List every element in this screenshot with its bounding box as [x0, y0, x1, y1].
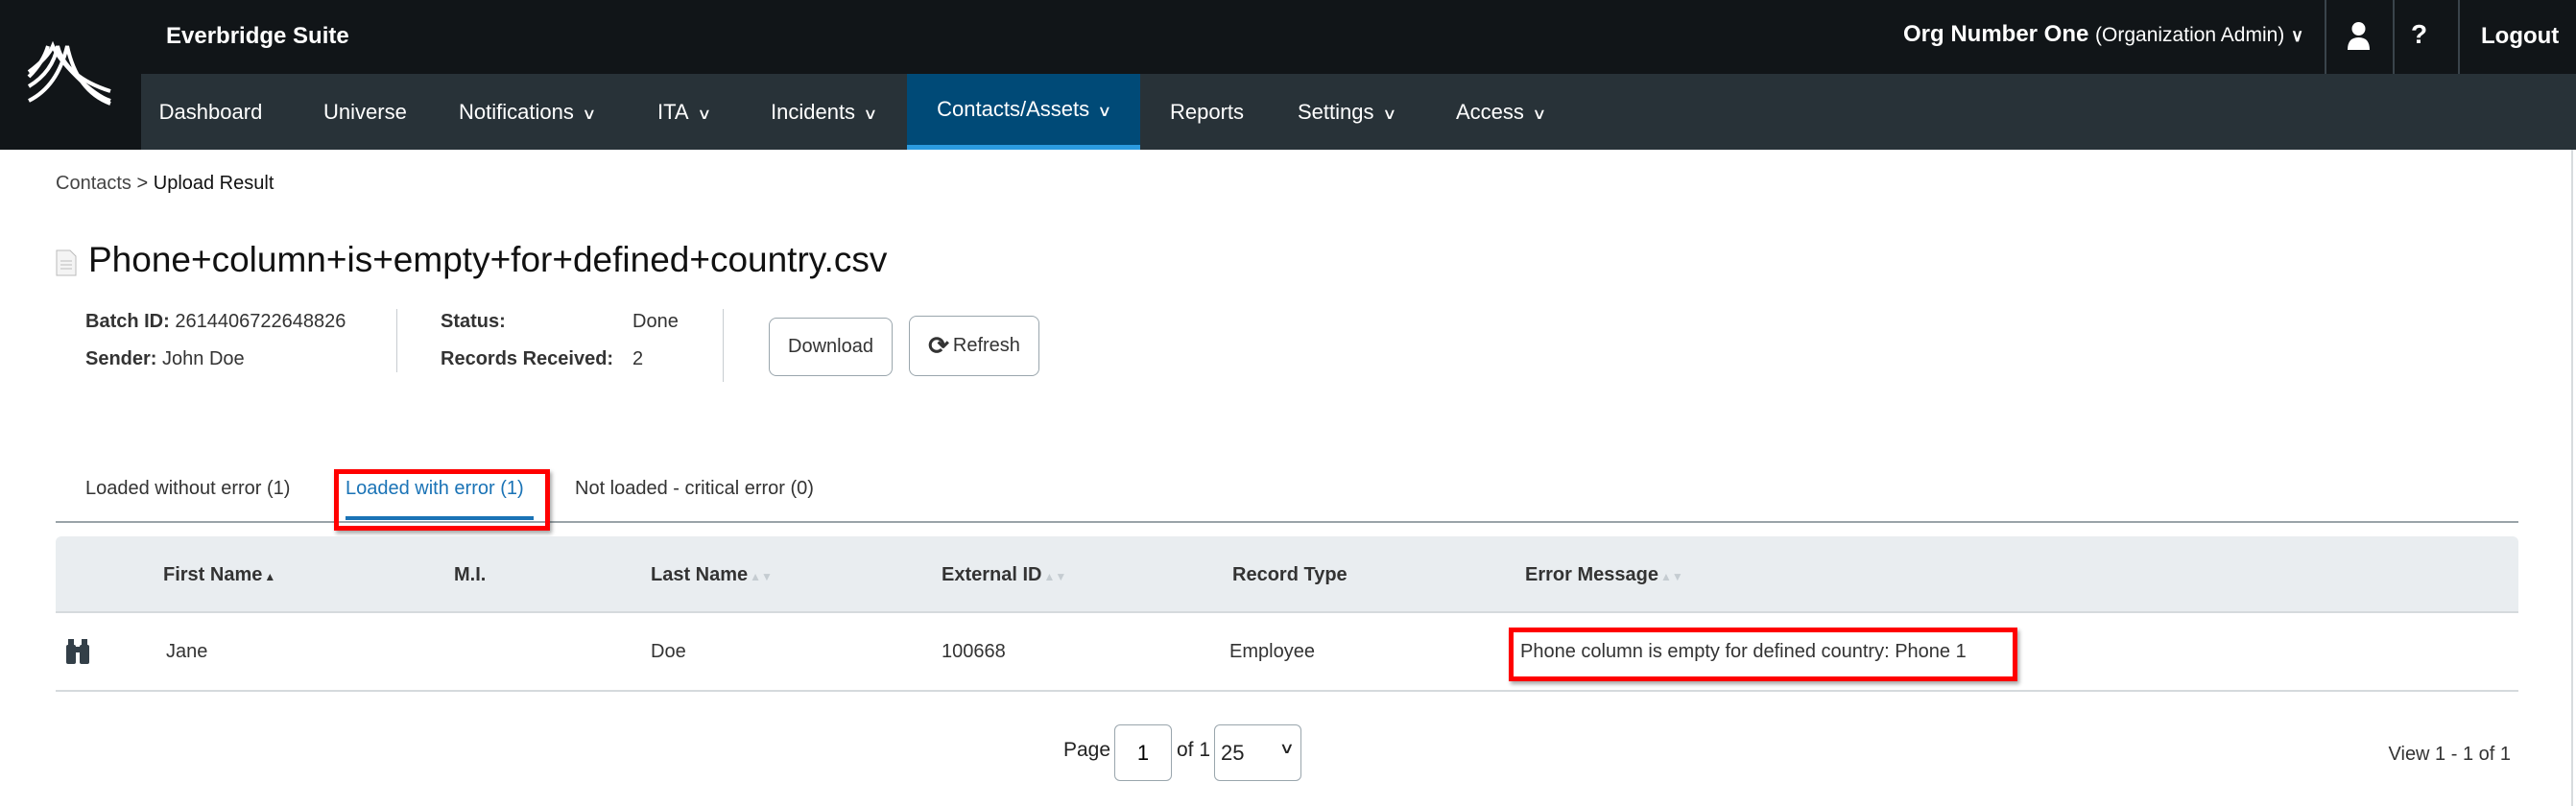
help-icon[interactable]: ?	[2411, 19, 2427, 50]
nav-label: Access	[1456, 100, 1524, 124]
sender-label: Sender:	[85, 348, 157, 369]
nav-notifications[interactable]: Notifications ∨	[459, 74, 597, 150]
page-input[interactable]	[1114, 724, 1172, 781]
tab-loaded-without-error[interactable]: Loaded without error (1)	[85, 478, 290, 500]
divider	[2325, 0, 2326, 74]
column-first-name[interactable]: First Name ▲	[163, 564, 275, 586]
nav-label: Settings	[1298, 100, 1374, 124]
nav-ita[interactable]: ITA ∨	[657, 74, 712, 150]
status-value: Done	[632, 311, 679, 332]
column-error-message[interactable]: Error Message ▲▼	[1525, 564, 1683, 586]
nav-access[interactable]: Access ∨	[1456, 74, 1547, 150]
nav-label: ITA	[657, 100, 689, 124]
cell-external-id: 100668	[942, 641, 1006, 662]
nav-label: Contacts/Assets	[937, 97, 1090, 121]
batch-id: Batch ID: 2614406722648826	[85, 311, 346, 333]
page-count: of 1	[1177, 739, 1211, 761]
chevron-down-icon: ∨	[1532, 107, 1547, 123]
chevron-down-icon: ∨	[1381, 107, 1396, 123]
status-label: Status:	[441, 311, 506, 332]
sort-asc-icon: ▲	[264, 570, 276, 583]
org-selector[interactable]: Org Number One (Organization Admin) ∨	[1903, 21, 2303, 48]
chevron-down-icon: ∨	[2290, 26, 2304, 45]
batch-id-label: Batch ID:	[85, 311, 170, 332]
column-external-id[interactable]: External ID ▲▼	[942, 564, 1066, 586]
highlight-box	[1509, 628, 2017, 681]
nav-label: Reports	[1170, 100, 1245, 124]
refresh-icon: ⟳	[928, 331, 949, 360]
divider	[2393, 0, 2395, 74]
sort-icon: ▲▼	[750, 570, 773, 583]
nav-reports[interactable]: Reports	[1170, 74, 1244, 150]
view-count: View 1 - 1 of 1	[2388, 744, 2511, 765]
highlight-box	[334, 469, 550, 531]
header-label: First Name	[163, 564, 263, 585]
nav-contacts-assets[interactable]: Contacts/Assets ∨	[907, 74, 1140, 150]
sort-icon: ▲▼	[1043, 570, 1067, 583]
everbridge-logo[interactable]	[0, 0, 141, 150]
nav-label: Incidents	[771, 100, 856, 124]
column-record-type: Record Type	[1232, 564, 1348, 585]
download-label: Download	[788, 336, 873, 357]
header-label: External ID	[942, 564, 1042, 585]
org-name: Org Number One	[1903, 21, 2089, 47]
logout-button[interactable]: Logout	[2481, 23, 2559, 50]
breadcrumb-current: Upload Result	[153, 173, 274, 194]
records-label: Records Received:	[441, 348, 614, 369]
records-value: 2	[632, 348, 644, 369]
page-size-select[interactable]: 25 ∨	[1214, 724, 1301, 781]
cell-first-name: Jane	[166, 641, 208, 662]
column-last-name[interactable]: Last Name ▲▼	[651, 564, 773, 586]
breadcrumb: Contacts > Upload Result	[56, 173, 274, 195]
cell-record-type: Employee	[1229, 641, 1315, 662]
chevron-down-icon: ∨	[1278, 741, 1296, 757]
header-label: Last Name	[651, 564, 749, 585]
sort-icon: ▲▼	[1659, 570, 1683, 583]
column-mi: M.I.	[454, 564, 487, 585]
divider	[723, 309, 724, 382]
app-title: Everbridge Suite	[166, 23, 349, 49]
nav-incidents[interactable]: Incidents ∨	[771, 74, 878, 150]
user-icon[interactable]	[2342, 19, 2375, 54]
tab-not-loaded[interactable]: Not loaded - critical error (0)	[575, 478, 814, 500]
chevron-down-icon: ∨	[582, 107, 597, 123]
binoculars-icon[interactable]	[64, 637, 91, 671]
divider	[396, 309, 397, 372]
divider	[2458, 0, 2460, 74]
chevron-down-icon: ∨	[696, 107, 712, 123]
refresh-button[interactable]: ⟳ Refresh	[909, 316, 1039, 376]
org-role: (Organization Admin)	[2095, 24, 2285, 46]
page-label: Page	[1063, 739, 1111, 761]
sender: Sender: John Doe	[85, 348, 245, 370]
nav-label: Notifications	[459, 100, 574, 124]
cell-last-name: Doe	[651, 641, 686, 662]
download-button[interactable]: Download	[769, 318, 893, 376]
header-label: Error Message	[1525, 564, 1658, 585]
nav-universe[interactable]: Universe	[323, 74, 407, 150]
file-icon	[56, 249, 77, 281]
nav-settings[interactable]: Settings ∨	[1298, 74, 1396, 150]
refresh-label: Refresh	[952, 335, 1020, 356]
chevron-down-icon: ∨	[863, 107, 878, 123]
sender-value: John Doe	[162, 348, 245, 369]
nav-label: Dashboard	[158, 100, 263, 124]
nav-dashboard[interactable]: Dashboard	[141, 74, 280, 150]
page-size-value: 25	[1221, 741, 1245, 765]
breadcrumb-contacts[interactable]: Contacts	[56, 173, 131, 194]
breadcrumb-separator: >	[136, 173, 149, 194]
page-title: Phone+column+is+empty+for+defined+countr…	[88, 240, 888, 279]
nav-label: Universe	[323, 100, 407, 124]
chevron-down-icon: ∨	[1097, 104, 1112, 120]
batch-id-value: 2614406722648826	[175, 311, 346, 332]
scrollbar[interactable]	[2571, 150, 2573, 806]
